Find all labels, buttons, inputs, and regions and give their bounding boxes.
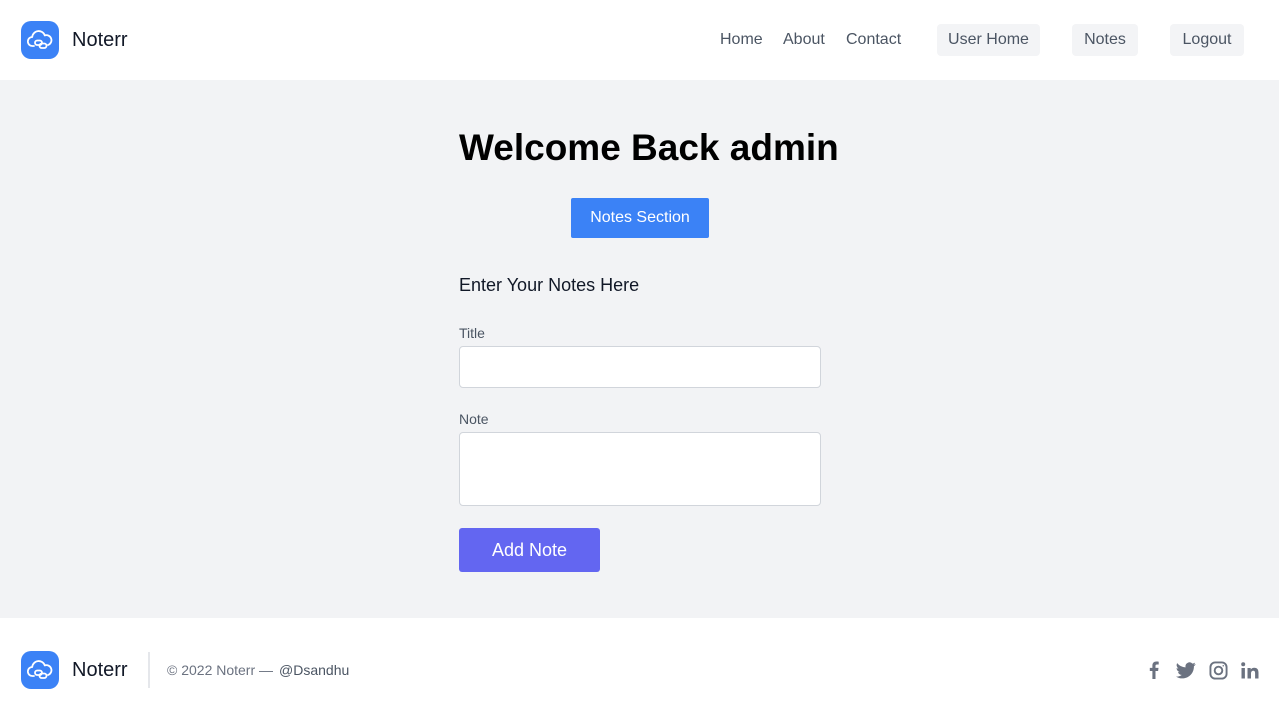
footer-divider xyxy=(148,652,150,688)
instagram-icon[interactable] xyxy=(1208,660,1228,680)
facebook-icon[interactable] xyxy=(1144,660,1164,680)
site-footer: Noterr © 2022 Noterr — @Dsandhu xyxy=(0,618,1279,708)
notes-button[interactable]: Notes xyxy=(1072,24,1138,56)
footer-brand-logo-link[interactable]: Noterr xyxy=(21,651,128,689)
twitter-icon[interactable] xyxy=(1176,660,1196,680)
linkedin-icon[interactable] xyxy=(1240,660,1260,680)
add-note-button[interactable]: Add Note xyxy=(459,528,600,572)
note-textarea[interactable] xyxy=(459,432,821,506)
brand-logo-link[interactable]: Noterr xyxy=(21,21,128,59)
form-heading: Enter Your Notes Here xyxy=(459,275,640,295)
logout-button[interactable]: Logout xyxy=(1170,24,1244,56)
nav-contact[interactable]: Contact xyxy=(846,30,901,50)
notes-section-button[interactable]: Notes Section xyxy=(571,198,709,238)
nav-home[interactable]: Home xyxy=(720,30,763,50)
note-label: Note xyxy=(459,411,489,427)
copyright-label: © 2022 Noterr — xyxy=(167,662,274,678)
main-content: Welcome Back admin Notes Section Enter Y… xyxy=(0,80,1279,618)
title-label: Title xyxy=(459,325,485,341)
footer-brand-name: Noterr xyxy=(72,658,128,681)
copyright-text: © 2022 Noterr — @Dsandhu xyxy=(167,662,349,678)
title-input[interactable] xyxy=(459,346,821,388)
site-header: Noterr Home About Contact User Home Note… xyxy=(0,0,1279,80)
nav-about[interactable]: About xyxy=(783,30,825,50)
page-title: Welcome Back admin xyxy=(459,127,839,168)
cloud-link-icon xyxy=(21,651,59,689)
author-handle-link[interactable]: @Dsandhu xyxy=(279,662,349,678)
cloud-link-icon xyxy=(21,21,59,59)
user-home-button[interactable]: User Home xyxy=(937,24,1040,56)
brand-name: Noterr xyxy=(72,28,128,51)
